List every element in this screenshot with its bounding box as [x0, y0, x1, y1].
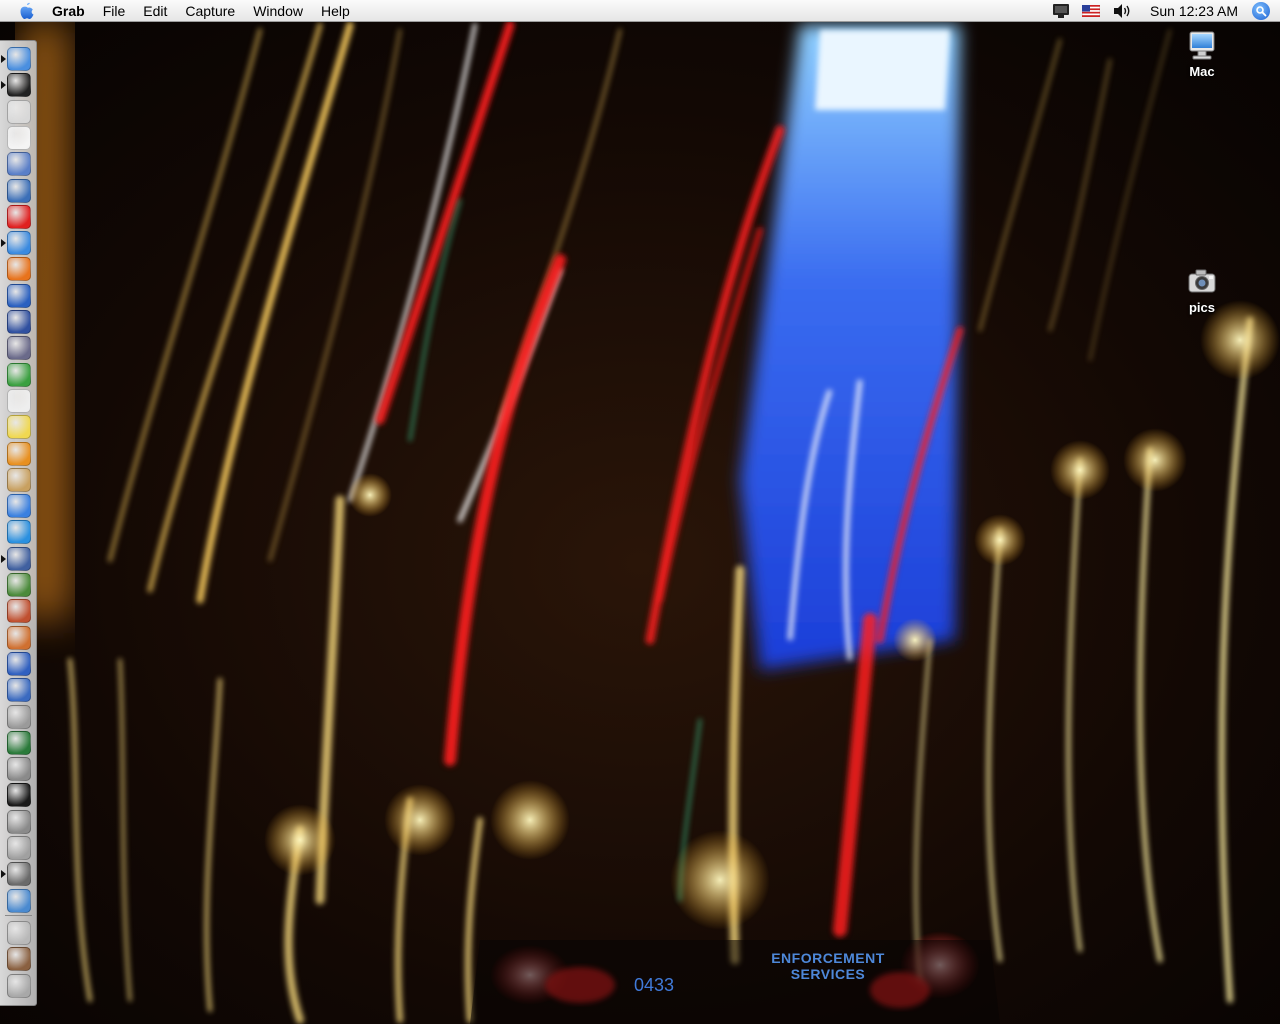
imovie-icon[interactable]	[7, 651, 31, 676]
status-area: Sun 12:23 AM	[1046, 0, 1280, 22]
butterfly-icon[interactable]	[7, 441, 31, 466]
iphoto-icon[interactable]	[7, 546, 31, 571]
textedit-icon[interactable]	[7, 388, 31, 413]
activity-monitor-icon[interactable]	[7, 730, 31, 755]
menu-edit[interactable]: Edit	[134, 0, 176, 22]
calculator-icon[interactable]	[7, 757, 31, 782]
desktop-wallpaper	[0, 0, 1280, 1024]
terminal-icon[interactable]	[7, 783, 31, 808]
running-indicator	[1, 554, 6, 563]
spotlight-icon[interactable]	[1252, 1, 1270, 20]
menu-file[interactable]: File	[94, 0, 135, 22]
disk-utility-icon[interactable]	[7, 836, 31, 860]
menubar-clock[interactable]: Sun 12:23 AM	[1138, 3, 1248, 19]
network-icon[interactable]	[7, 310, 31, 334]
camera-icon	[1186, 266, 1218, 298]
desktop-icon-pics[interactable]: pics	[1172, 266, 1232, 315]
quicktime-icon[interactable]	[7, 520, 31, 545]
adium-icon[interactable]	[7, 362, 31, 387]
menu-bar: Grab File Edit Capture Window Help Sun 1…	[0, 0, 1280, 22]
dock	[0, 40, 37, 1006]
ical-icon[interactable]	[7, 125, 31, 150]
system-preferences-icon[interactable]	[7, 704, 31, 729]
desktop-icon-label: pics	[1188, 300, 1215, 315]
automator-icon[interactable]	[7, 809, 31, 834]
volume-icon[interactable]	[1106, 0, 1138, 22]
preview-icon[interactable]	[7, 152, 31, 177]
monitor-icon[interactable]	[7, 888, 31, 913]
running-indicator	[1, 239, 6, 248]
desktop-icon-label: Mac	[1189, 64, 1215, 79]
display-icon[interactable]	[1046, 0, 1076, 22]
trash-icon[interactable]	[7, 973, 31, 998]
computer-icon	[1186, 30, 1218, 62]
photo-booth-icon[interactable]	[7, 599, 31, 624]
wallpaper-caption: ENFORCEMENT SERVICES	[771, 950, 885, 982]
app-menu-grab[interactable]: Grab	[44, 0, 94, 22]
wallpaper-plate: 0433	[634, 975, 675, 995]
itunes-icon[interactable]	[7, 494, 31, 519]
pictures-stack-icon[interactable]	[7, 947, 31, 972]
stickies-icon[interactable]	[7, 415, 31, 440]
garageband-icon[interactable]	[7, 467, 31, 492]
script-editor-icon[interactable]	[7, 336, 31, 361]
downloads-stack-icon[interactable]	[7, 920, 31, 945]
keynote-icon[interactable]	[7, 625, 31, 650]
dashboard-icon[interactable]	[7, 73, 31, 98]
safari-icon[interactable]	[7, 231, 31, 256]
apple-icon[interactable]	[10, 0, 44, 22]
firefox-icon[interactable]	[7, 257, 31, 282]
dvd-player-icon[interactable]	[7, 678, 31, 703]
menu-capture[interactable]: Capture	[176, 0, 244, 22]
menu-window[interactable]: Window	[244, 0, 312, 22]
us-flag-icon[interactable]	[1076, 0, 1106, 22]
running-indicator	[1, 870, 6, 879]
running-indicator	[1, 81, 6, 90]
opera-icon[interactable]	[7, 204, 31, 229]
apple-logo-icon[interactable]	[7, 99, 31, 124]
menu-help[interactable]: Help	[312, 0, 359, 22]
dock-separator	[5, 914, 32, 916]
thunderbird-icon[interactable]	[7, 178, 31, 203]
desktop-icon-mac[interactable]: Mac	[1172, 30, 1232, 79]
google-earth-icon[interactable]	[7, 283, 31, 308]
running-indicator	[1, 55, 6, 63]
sync-icon[interactable]	[7, 573, 31, 597]
grab-icon[interactable]	[7, 862, 31, 887]
finder-icon[interactable]	[7, 47, 31, 71]
